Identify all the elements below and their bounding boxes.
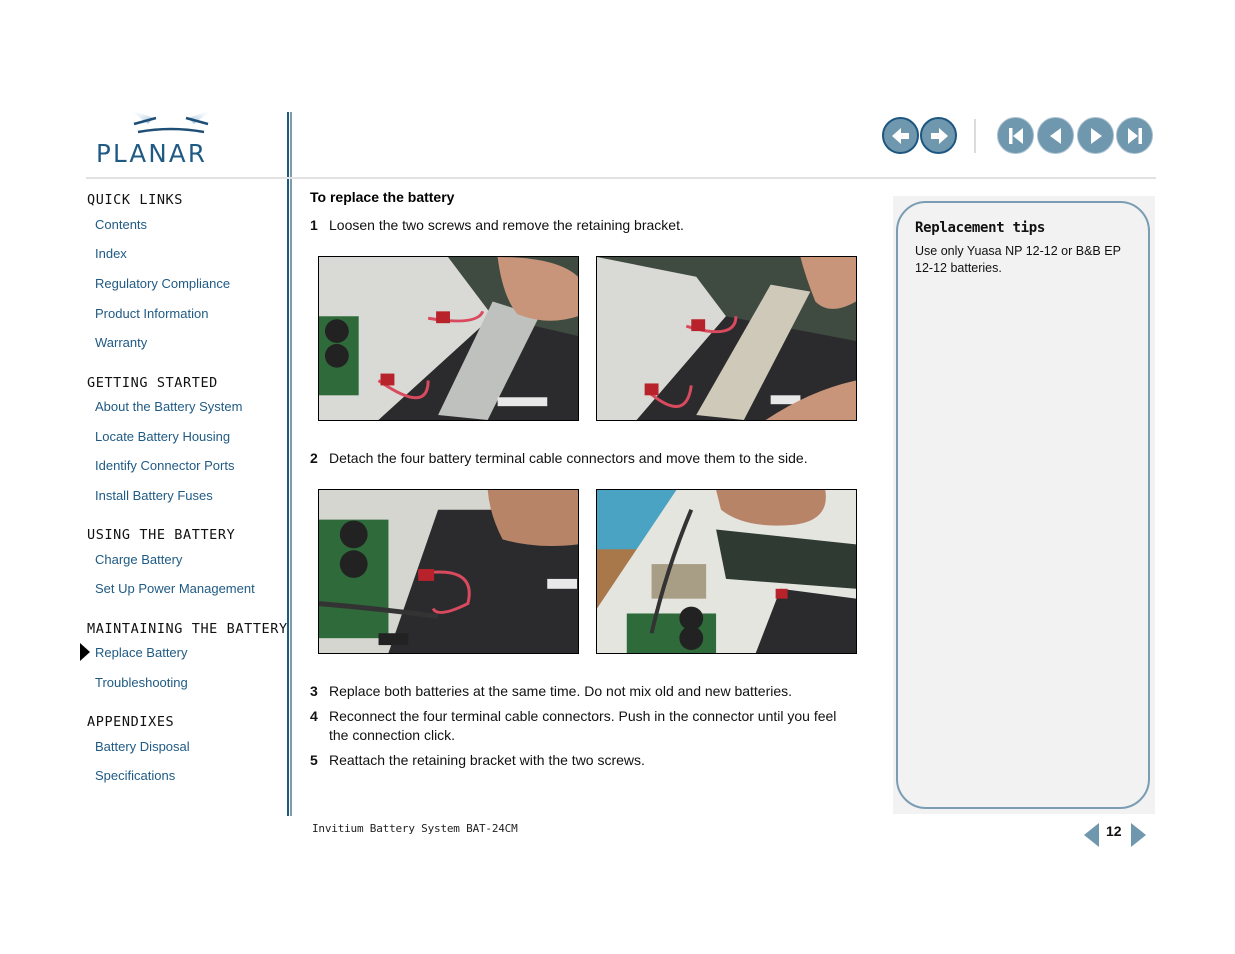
last-page-icon	[1127, 127, 1142, 144]
sidebar-item-about-battery-system[interactable]: About the Battery System	[95, 399, 242, 414]
history-back-button[interactable]	[882, 117, 919, 154]
planar-logo: PLANAR	[96, 108, 250, 168]
step-text: Reconnect the four terminal cable connec…	[329, 708, 837, 743]
sidebar-item-regulatory-compliance[interactable]: Regulatory Compliance	[95, 276, 230, 291]
document-title: Invitium Battery System BAT-24CM	[312, 822, 518, 835]
photo-detach-connectors	[318, 489, 579, 654]
photo-image	[597, 490, 856, 653]
back-icon	[891, 127, 909, 144]
sidebar-item-contents[interactable]: Contents	[95, 217, 147, 232]
next-page-icon	[1090, 127, 1102, 144]
sidebar-item-troubleshooting[interactable]: Troubleshooting	[95, 675, 188, 690]
page-number: 12	[1106, 823, 1122, 839]
section-title-appendixes: APPENDIXES	[87, 714, 175, 730]
step-text: Reattach the retaining bracket with the …	[329, 752, 645, 768]
photo-remove-bracket	[318, 256, 579, 421]
step-number: 2	[310, 450, 318, 466]
sidebar-item-locate-battery-housing[interactable]: Locate Battery Housing	[95, 429, 230, 444]
section-title-using-the-battery: USING THE BATTERY	[87, 527, 236, 543]
tips-body: Use only Yuasa NP 12-12 or B&B EP 12-12 …	[915, 244, 1121, 275]
sidebar-item-charge-battery[interactable]: Charge Battery	[95, 552, 182, 567]
photo-image	[319, 490, 578, 653]
sidebar-divider-light	[290, 112, 292, 816]
section-title-maintaining-the-battery: MAINTAINING THE BATTERY	[87, 621, 288, 637]
logo-wordmark: PLANAR	[96, 139, 208, 168]
sidebar-item-product-information[interactable]: Product Information	[95, 306, 208, 321]
previous-page-button[interactable]	[1037, 117, 1074, 154]
sidebar-divider	[287, 112, 289, 816]
first-page-button[interactable]	[997, 117, 1034, 154]
tips-panel	[896, 201, 1150, 809]
previous-page-arrow-icon[interactable]	[1084, 823, 1099, 847]
sidebar-item-install-battery-fuses[interactable]: Install Battery Fuses	[95, 488, 213, 503]
header-divider	[86, 177, 1156, 179]
photo-image	[319, 257, 578, 420]
sidebar-item-warranty[interactable]: Warranty	[95, 335, 147, 350]
tips-title: Replacement tips	[915, 220, 1046, 236]
toolbar-separator	[974, 119, 976, 153]
history-forward-button[interactable]	[920, 117, 957, 154]
step-number: 1	[310, 217, 318, 233]
section-title-quick-links: QUICK LINKS	[87, 192, 184, 208]
forward-icon	[930, 127, 948, 144]
sidebar-item-index[interactable]: Index	[95, 246, 127, 261]
step-number: 5	[310, 752, 318, 768]
current-page-marker-icon	[80, 643, 90, 661]
step-text: Replace both batteries at the same time.…	[329, 683, 793, 699]
sidebar-item-specifications[interactable]: Specifications	[95, 768, 175, 783]
sidebar-item-set-up-power-management[interactable]: Set Up Power Management	[95, 581, 255, 596]
step-number: 3	[310, 683, 318, 699]
step-number: 4	[310, 708, 318, 724]
next-page-button[interactable]	[1077, 117, 1114, 154]
sidebar-item-battery-disposal[interactable]: Battery Disposal	[95, 739, 190, 754]
photo-image	[597, 257, 856, 420]
procedure-title: To replace the battery	[310, 189, 455, 205]
step-text: Detach the four battery terminal cable c…	[329, 450, 808, 466]
previous-page-icon	[1049, 127, 1061, 144]
photo-connectors-aside	[596, 489, 857, 654]
sidebar-item-identify-connector-ports[interactable]: Identify Connector Ports	[95, 458, 234, 473]
logo-mark-icon	[130, 110, 212, 134]
sidebar-item-replace-battery[interactable]: Replace Battery	[95, 645, 188, 660]
last-page-button[interactable]	[1116, 117, 1153, 154]
step-text: Loosen the two screws and remove the ret…	[329, 217, 684, 233]
next-page-arrow-icon[interactable]	[1131, 823, 1146, 847]
section-title-getting-started: GETTING STARTED	[87, 375, 218, 391]
photo-bracket-removed	[596, 256, 857, 421]
first-page-icon	[1008, 127, 1023, 144]
